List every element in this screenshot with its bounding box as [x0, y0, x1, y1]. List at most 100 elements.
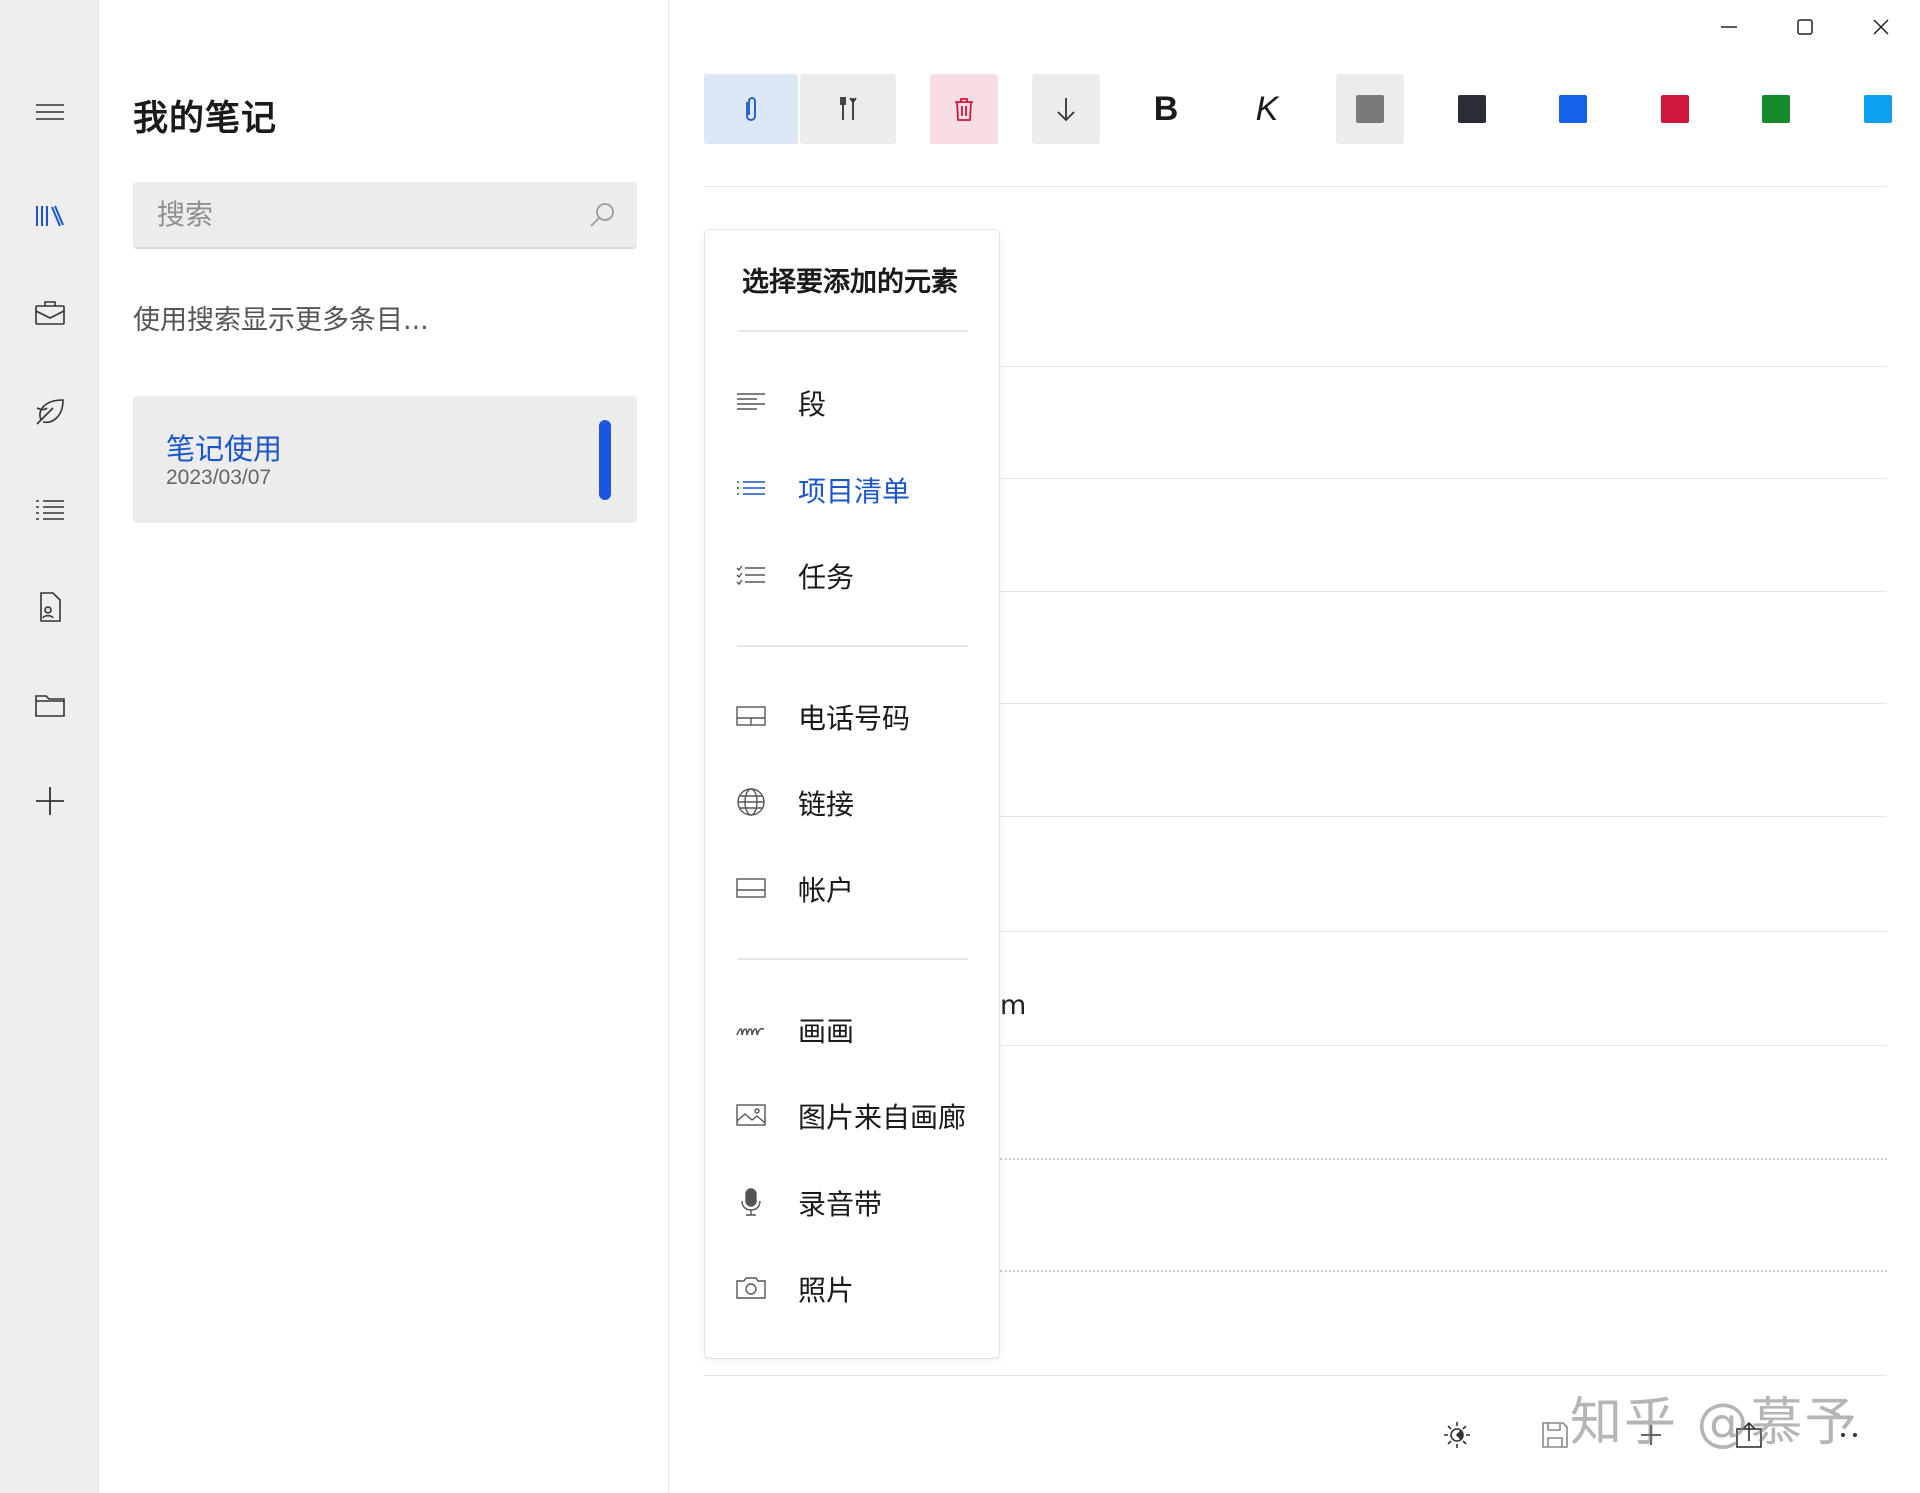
- bullet-list-icon: [737, 481, 765, 495]
- dotted-divider: [1000, 1158, 1887, 1160]
- add-icon: [35, 787, 64, 815]
- notes-list-pane: 我的笔记 使用搜索显示更多条目... 笔记使用 2023/03/07: [99, 0, 669, 1493]
- page-title: 我的笔记: [133, 99, 278, 139]
- menu-separator: [738, 645, 968, 647]
- move-down-button[interactable]: [1032, 74, 1100, 144]
- nav-rail: [0, 0, 99, 1493]
- row-divider: [1000, 931, 1887, 932]
- color-green-button[interactable]: [1742, 74, 1810, 144]
- menu-title: 选择要添加的元素: [742, 267, 958, 298]
- menu-item-label: 帐户: [798, 874, 855, 907]
- menu-item-label: 录音带: [798, 1188, 883, 1221]
- maximize-button[interactable]: [1766, 0, 1844, 54]
- menu-item-label: 段: [798, 388, 827, 421]
- menu-item-audio[interactable]: 录音带: [705, 1166, 1001, 1236]
- menu-item-label: 照片: [798, 1274, 855, 1307]
- menu-item-label: 链接: [798, 788, 855, 821]
- color-red-button[interactable]: [1641, 74, 1709, 144]
- paragraph-icon: [737, 393, 765, 410]
- menu-item-label: 项目清单: [798, 475, 911, 508]
- toolbar-divider: [704, 186, 1887, 187]
- color-gray-button[interactable]: [1336, 74, 1404, 144]
- rail-item-add[interactable]: [0, 766, 99, 836]
- bold-label: B: [1153, 89, 1179, 128]
- row-divider: [1000, 1045, 1887, 1046]
- note-card[interactable]: 笔记使用 2023/03/07: [133, 396, 637, 523]
- search-icon[interactable]: [587, 200, 617, 230]
- hamburger-menu-button[interactable]: [0, 77, 99, 147]
- theme-button[interactable]: [1432, 1410, 1482, 1460]
- close-button[interactable]: [1842, 0, 1920, 54]
- row-divider: [1000, 478, 1887, 479]
- rail-item-library[interactable]: [0, 181, 99, 251]
- attach-button[interactable]: [704, 74, 798, 144]
- delete-button[interactable]: [930, 74, 998, 144]
- search-hint: 使用搜索显示更多条目...: [133, 305, 429, 336]
- dotted-divider: [1000, 1270, 1887, 1272]
- color-swatch-lightblue: [1864, 95, 1892, 123]
- briefcase-icon: [34, 301, 65, 325]
- search-input[interactable]: [133, 182, 573, 247]
- color-blue-button[interactable]: [1539, 74, 1607, 144]
- folder-icon: [34, 695, 65, 717]
- save-icon: [1542, 1422, 1568, 1448]
- italic-label: K: [1255, 89, 1279, 128]
- color-swatch-green: [1762, 95, 1790, 123]
- minimize-icon: [1721, 26, 1737, 28]
- rail-item-leaf[interactable]: [0, 376, 99, 446]
- phone-card-icon: [736, 706, 766, 726]
- rail-item-briefcase[interactable]: [0, 278, 99, 348]
- menu-item-paragraph[interactable]: 段: [705, 366, 1001, 436]
- add-element-menu: 选择要添加的元素 段 项目清单 任务 电话号码 链接 帐户 画画 图片来自画廊 …: [704, 229, 1000, 1359]
- selected-indicator: [599, 420, 611, 500]
- color-swatch-red: [1661, 95, 1689, 123]
- menu-separator: [738, 330, 968, 332]
- menu-item-account[interactable]: 帐户: [705, 852, 1001, 922]
- color-swatch-blue: [1559, 95, 1587, 123]
- menu-item-drawing[interactable]: 画画: [705, 993, 1001, 1063]
- menu-item-photo[interactable]: 照片: [705, 1252, 1001, 1322]
- row-divider: [1000, 816, 1887, 817]
- bold-button[interactable]: B: [1132, 74, 1200, 144]
- search-box: [133, 182, 637, 249]
- maximize-icon: [1797, 19, 1813, 35]
- arrow-down-icon: [1057, 98, 1075, 122]
- trash-icon: [955, 98, 973, 121]
- watermark: 知乎 @慕予: [1570, 1393, 1859, 1453]
- color-swatch-gray: [1356, 95, 1384, 123]
- bottom-divider: [704, 1375, 1887, 1376]
- tools-button[interactable]: [800, 74, 896, 144]
- account-card-icon: [736, 878, 766, 898]
- list-icon: [35, 500, 64, 520]
- color-lightblue-button[interactable]: [1844, 74, 1912, 144]
- rail-item-folder[interactable]: [0, 670, 99, 740]
- camera-icon: [736, 1277, 766, 1299]
- brightness-icon: [1444, 1422, 1470, 1448]
- editor-text-fragment[interactable]: m: [1000, 990, 1026, 1021]
- menu-item-bullet-list[interactable]: 项目清单: [705, 453, 1001, 523]
- menu-item-gallery-image[interactable]: 图片来自画廊: [705, 1079, 1001, 1149]
- row-divider: [1000, 366, 1887, 367]
- task-list-icon: [736, 565, 765, 586]
- library-icon: [35, 205, 64, 227]
- note-title: 笔记使用: [166, 432, 283, 466]
- microphone-icon: [741, 1188, 761, 1216]
- menu-item-label: 图片来自画廊: [798, 1101, 967, 1134]
- close-icon: [1873, 19, 1889, 35]
- menu-item-label: 电话号码: [798, 702, 911, 735]
- menu-item-label: 画画: [798, 1015, 855, 1048]
- row-divider: [1000, 703, 1887, 704]
- menu-item-link[interactable]: 链接: [705, 766, 1001, 836]
- tools-icon: [840, 97, 857, 120]
- italic-button[interactable]: K: [1233, 74, 1301, 144]
- hamburger-menu-icon: [35, 104, 64, 120]
- scribble-icon: [736, 1027, 765, 1036]
- menu-item-task[interactable]: 任务: [705, 539, 1001, 609]
- color-black-button[interactable]: [1438, 74, 1506, 144]
- menu-separator: [738, 958, 968, 960]
- menu-item-phone[interactable]: 电话号码: [705, 680, 1001, 750]
- rail-item-list[interactable]: [0, 474, 99, 544]
- rail-item-document[interactable]: [0, 572, 99, 642]
- minimize-button[interactable]: [1690, 0, 1768, 54]
- note-date: 2023/03/07: [166, 466, 272, 489]
